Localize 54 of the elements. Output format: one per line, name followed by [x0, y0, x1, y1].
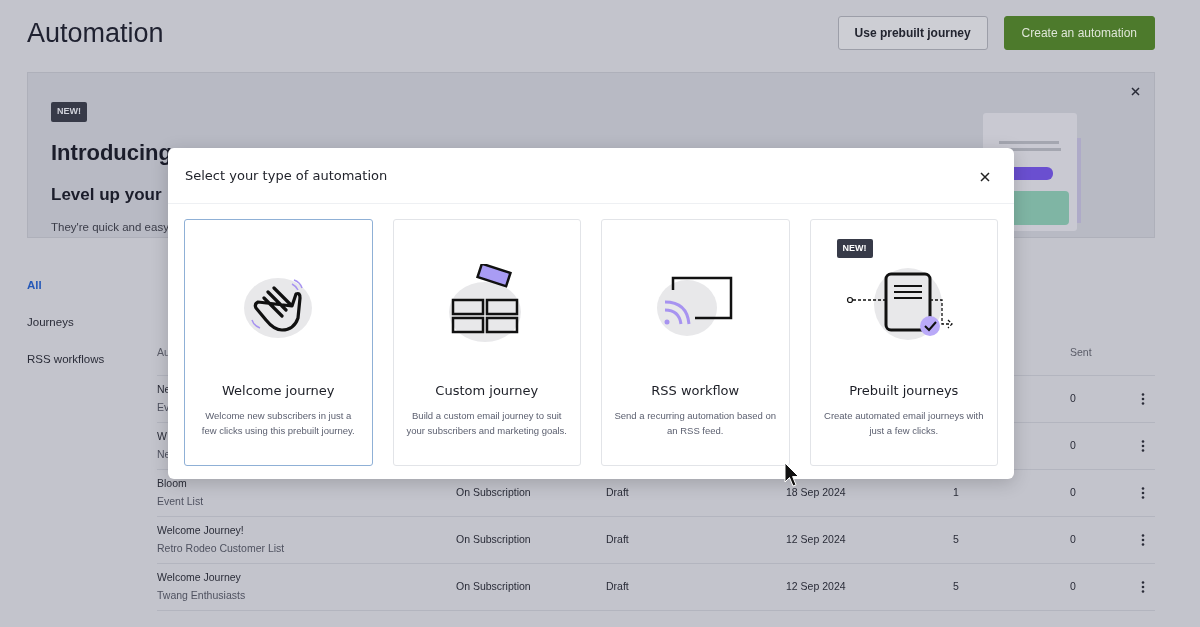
card-title: RSS workflow	[651, 381, 740, 400]
automation-name: Welcome Journey	[157, 570, 241, 583]
date-text: 12 Sep 2024	[786, 532, 846, 545]
trigger-text: On Subscription	[456, 579, 531, 592]
automation-type-card[interactable]: RSS workflow Send a recurring automation based on an RSS feed.	[601, 218, 790, 466]
date-text: 18 Sep 2024	[786, 485, 846, 498]
modal-title: Select your type of automation	[185, 167, 388, 185]
more-options-icon[interactable]	[1141, 531, 1145, 544]
more-options-icon[interactable]	[1141, 390, 1145, 403]
count-text: 5	[953, 579, 959, 592]
automation-type-card[interactable]: Custom journey Build a custom email journey to suit your subscribers and marketing goals.	[392, 218, 581, 466]
sent-text: 0	[1070, 579, 1076, 592]
banner-title: Introducing	[51, 138, 172, 167]
trigger-text: On Subscription	[456, 532, 531, 545]
list-name: Twang Enthusiasts	[157, 589, 246, 602]
status-text: Draft	[606, 532, 629, 545]
more-options-icon[interactable]	[1141, 437, 1145, 450]
trigger-text: On Subscription	[456, 485, 531, 498]
card-description: Welcome new subscribers in just a few clicks using this prebuilt journey.	[200, 409, 356, 439]
count-text: 5	[953, 532, 959, 545]
more-options-icon[interactable]	[1141, 578, 1145, 591]
more-options-icon[interactable]	[1141, 484, 1145, 497]
page-title: Automation	[27, 16, 164, 50]
create-button[interactable]: Create an automation	[1003, 16, 1155, 50]
nav-link[interactable]: All	[27, 279, 42, 291]
status-text: Draft	[606, 485, 629, 498]
new-tag: NEW!	[836, 238, 873, 258]
date-text: 12 Sep 2024	[786, 579, 846, 592]
list-name: Retro Rodeo Customer List	[157, 542, 285, 555]
card-description: Build a custom email journey to suit your subscribers and marketing goals.	[405, 409, 568, 439]
prebuilt-button[interactable]: Use prebuilt journey	[837, 16, 988, 50]
sent-text: 0	[1070, 485, 1076, 498]
sent-text: 0	[1070, 438, 1076, 451]
new-tag: NEW!	[51, 102, 87, 122]
sent-text: 0	[1070, 391, 1076, 404]
automation-type-card[interactable]: NEW! Prebuilt journeys Create automated email journeys with just a few clicks.	[809, 218, 998, 466]
card-description: Send a recurring automation based on an RSS feed.	[614, 409, 777, 439]
nav-link[interactable]: RSS workflows	[27, 353, 105, 365]
list-name: Event List	[157, 495, 204, 508]
nav-link[interactable]: Journeys	[27, 316, 74, 328]
automation-name: Welcome Journey!	[157, 523, 244, 536]
banner-subtitle: Level up your	[51, 183, 162, 206]
sent-text: 0	[1070, 532, 1076, 545]
banner-text: They're quick and easy	[51, 220, 169, 235]
card-title: Custom journey	[435, 381, 539, 400]
automation-name: Bloom	[157, 476, 187, 489]
card-description: Create automated email journeys with just a few clicks.	[823, 409, 985, 439]
column-header: Sent	[1070, 346, 1092, 358]
automation-type-card[interactable]: Welcome journey Welcome new subscribers in just a few clicks using this prebuilt journey.	[184, 218, 373, 466]
automation-name: W	[157, 429, 167, 442]
count-text: 1	[953, 485, 959, 498]
status-text: Draft	[606, 579, 629, 592]
card-title: Welcome journey	[222, 381, 335, 400]
card-title: Prebuilt journeys	[849, 381, 959, 400]
